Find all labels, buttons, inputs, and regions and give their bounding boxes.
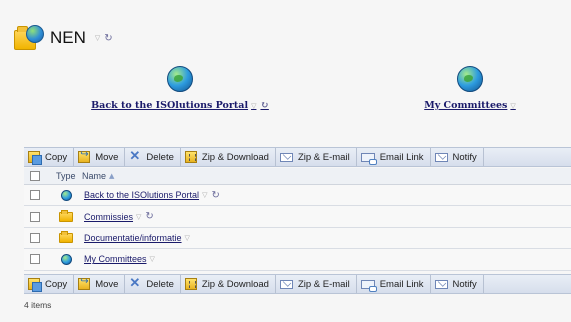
- zip-email-label: Zip & E-mail: [297, 151, 350, 163]
- refresh-icon[interactable]: ↻: [211, 190, 219, 201]
- mail-icon: [279, 279, 293, 289]
- mail-icon: [279, 152, 293, 162]
- folder-icon: [59, 230, 73, 243]
- delete-icon: [129, 148, 141, 164]
- tile-isolutions-portal: Back to the ISOlutions Portal ▽ ↻: [70, 66, 290, 111]
- item-link[interactable]: Documentatie/informatie: [84, 233, 182, 243]
- delete-label: Delete: [146, 278, 174, 290]
- notify-label: Notify: [452, 151, 477, 163]
- chevron-down-icon[interactable]: ▽: [251, 101, 256, 110]
- zip-download-button[interactable]: Zip & Download: [181, 148, 276, 166]
- refresh-icon[interactable]: ↻: [145, 211, 153, 222]
- email-link-icon: [360, 279, 377, 292]
- toolbar-bottom: Copy Move Delete Zip & Download Zip & E-…: [24, 274, 571, 294]
- delete-button[interactable]: Delete: [125, 275, 181, 293]
- row-checkbox[interactable]: [30, 211, 40, 222]
- file-list: Type Name ▲ Back to the ISOlutions Porta…: [24, 168, 571, 271]
- zip-icon: [184, 151, 197, 163]
- notify-label: Notify: [452, 278, 477, 290]
- copy-icon: [28, 278, 42, 292]
- move-label: Move: [95, 151, 119, 163]
- zip-download-button[interactable]: Zip & Download: [181, 275, 276, 293]
- column-header-name[interactable]: Name: [82, 171, 106, 181]
- delete-icon: [129, 275, 141, 291]
- email-link-label: Email Link: [379, 151, 424, 163]
- folder-globe-icon: [14, 23, 44, 53]
- notify-button[interactable]: Notify: [431, 148, 484, 166]
- folder-icon: [59, 209, 73, 222]
- notify-button[interactable]: Notify: [431, 275, 484, 293]
- move-icon: [78, 149, 91, 163]
- tile-link-my-committees[interactable]: My Committees: [424, 100, 507, 111]
- page-title: NEN: [50, 28, 86, 47]
- copy-label: Copy: [45, 278, 68, 290]
- list-item: Back to the ISOlutions Portal ▽ ↻: [24, 185, 571, 207]
- notify-icon: [434, 152, 448, 162]
- copy-button[interactable]: Copy: [24, 275, 75, 293]
- tile-my-committees: My Committees ▽: [395, 66, 545, 111]
- email-link-button[interactable]: Email Link: [357, 148, 431, 166]
- notify-icon: [434, 279, 448, 289]
- page: NEN ▽ ↻ Back to the ISOlutions Portal ▽ …: [0, 0, 571, 322]
- move-icon: [78, 276, 91, 290]
- select-all-checkbox[interactable]: [30, 171, 40, 181]
- zip-download-label: Zip & Download: [201, 151, 269, 163]
- page-header: NEN ▽ ↻: [14, 18, 113, 58]
- title-refresh-icon[interactable]: ↻: [104, 33, 112, 44]
- chevron-down-icon[interactable]: ▽: [185, 234, 190, 242]
- zip-download-label: Zip & Download: [201, 278, 269, 290]
- copy-icon: [28, 151, 42, 165]
- chevron-down-icon[interactable]: ▽: [150, 255, 155, 263]
- title-menu-chevron-icon[interactable]: ▽: [95, 34, 100, 42]
- zip-email-button[interactable]: Zip & E-mail: [276, 275, 357, 293]
- tile-link-isolutions-portal[interactable]: Back to the ISOlutions Portal: [91, 100, 248, 111]
- email-link-label: Email Link: [379, 278, 424, 290]
- item-link[interactable]: My Committees: [84, 254, 147, 264]
- sort-ascending-icon[interactable]: ▲: [109, 172, 114, 180]
- column-header-type[interactable]: Type: [56, 171, 76, 181]
- zip-email-label: Zip & E-mail: [297, 278, 350, 290]
- globe-icon[interactable]: [457, 66, 483, 92]
- chevron-down-icon[interactable]: ▽: [510, 101, 515, 110]
- list-item: My Committees ▽: [24, 249, 571, 271]
- globe-icon: [60, 253, 72, 265]
- copy-button[interactable]: Copy: [24, 148, 75, 166]
- item-link[interactable]: Back to the ISOlutions Portal: [84, 190, 199, 200]
- move-label: Move: [95, 278, 119, 290]
- email-link-button[interactable]: Email Link: [357, 275, 431, 293]
- copy-label: Copy: [45, 151, 68, 163]
- item-count: 4 items: [24, 300, 52, 310]
- move-button[interactable]: Move: [74, 275, 126, 293]
- globe-icon: [60, 189, 72, 201]
- move-button[interactable]: Move: [74, 148, 126, 166]
- zip-icon: [184, 278, 197, 290]
- item-link[interactable]: Commissies: [84, 212, 133, 222]
- refresh-icon[interactable]: ↻: [260, 100, 268, 111]
- row-checkbox[interactable]: [30, 254, 40, 265]
- zip-email-button[interactable]: Zip & E-mail: [276, 148, 357, 166]
- list-header: Type Name ▲: [24, 168, 571, 185]
- toolbar-top: Copy Move Delete Zip & Download Zip & E-…: [24, 147, 571, 167]
- row-checkbox[interactable]: [30, 190, 40, 201]
- chevron-down-icon[interactable]: ▽: [202, 191, 207, 199]
- delete-button[interactable]: Delete: [125, 148, 181, 166]
- delete-label: Delete: [146, 151, 174, 163]
- globe-icon[interactable]: [167, 66, 193, 92]
- row-checkbox[interactable]: [30, 232, 40, 243]
- chevron-down-icon[interactable]: ▽: [136, 213, 141, 221]
- email-link-icon: [360, 152, 377, 165]
- list-item: Documentatie/informatie ▽: [24, 227, 571, 250]
- list-item: Commissies ▽ ↻: [24, 206, 571, 228]
